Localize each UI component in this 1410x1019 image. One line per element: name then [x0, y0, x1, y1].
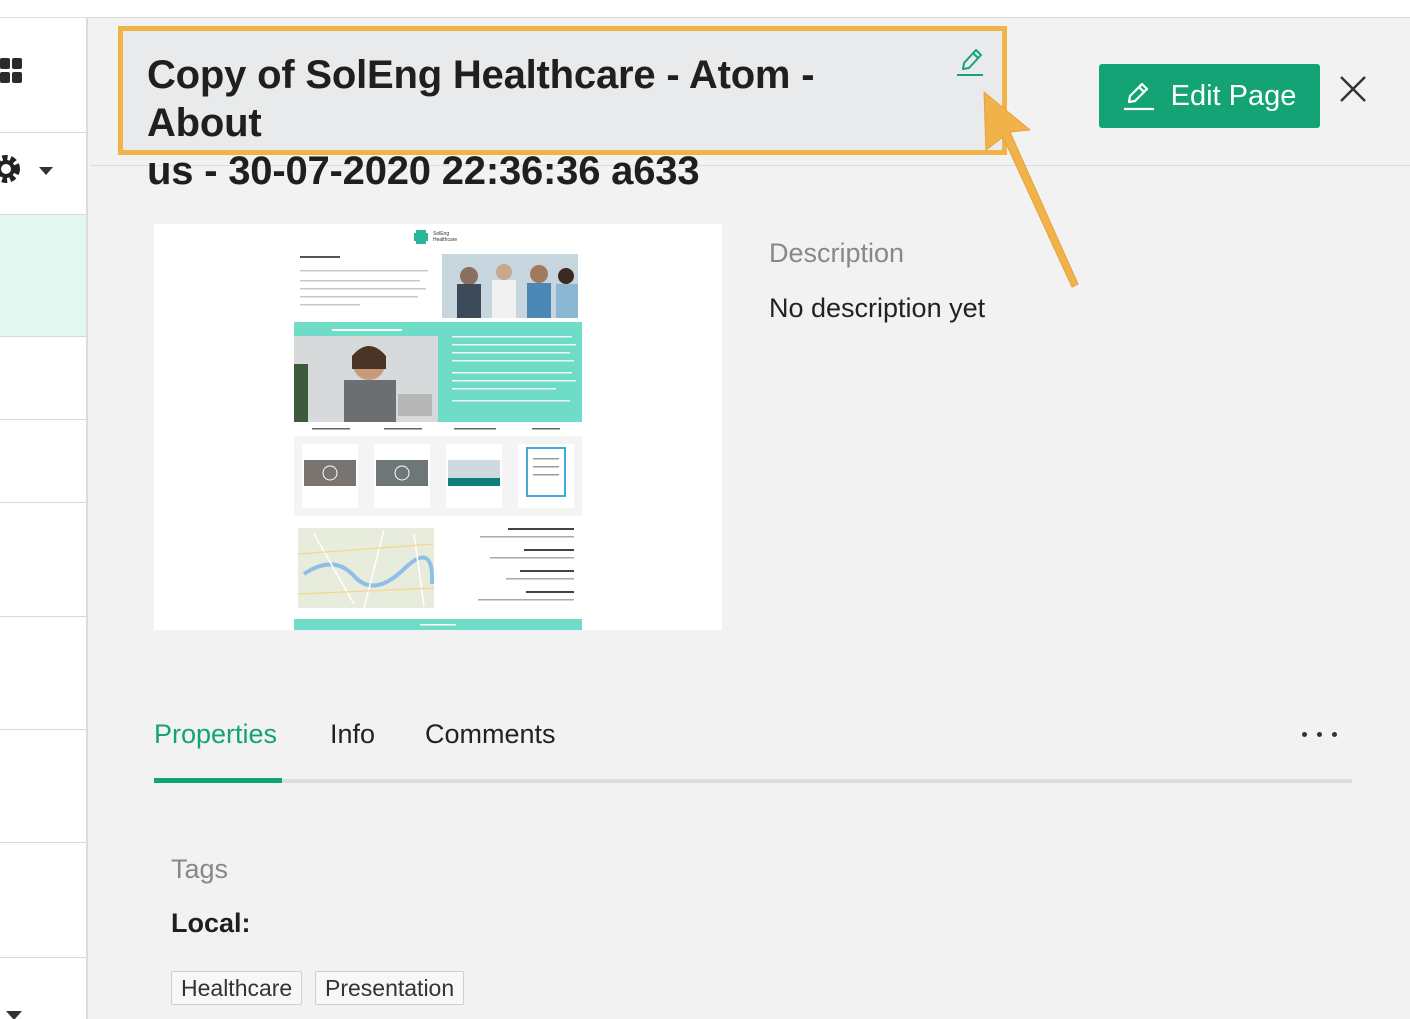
- tab-properties[interactable]: Properties: [154, 712, 277, 782]
- sidebar-item[interactable]: [0, 730, 86, 843]
- edit-page-label: Edit Page: [1170, 79, 1297, 112]
- sidebar-item[interactable]: [0, 617, 86, 730]
- tab-info[interactable]: Info: [330, 712, 375, 782]
- scroll-down-icon[interactable]: [6, 1011, 22, 1019]
- page-title[interactable]: Copy of SolEng Healthcare - Atom - About…: [147, 51, 937, 195]
- tag-chip[interactable]: Healthcare: [171, 971, 303, 1005]
- page-title-line-1: Copy of SolEng Healthcare - Atom - About: [147, 53, 815, 145]
- sidebar-item[interactable]: [0, 420, 86, 503]
- sidebar-divider: [0, 132, 88, 133]
- page-header: Copy of SolEng Healthcare - Atom - About…: [90, 18, 1410, 193]
- left-sidebar: [0, 18, 88, 1019]
- more-options-icon[interactable]: [1300, 722, 1340, 748]
- close-icon[interactable]: [1337, 73, 1369, 105]
- apps-grid-icon[interactable]: [0, 54, 24, 110]
- pencil-icon: [1123, 82, 1154, 111]
- sidebar-item[interactable]: [0, 503, 86, 617]
- page-preview-thumbnail[interactable]: SolEng Healthcare: [154, 224, 722, 630]
- detail-tabs: Properties Info Comments: [154, 712, 1352, 784]
- sidebar-item-active[interactable]: [0, 215, 86, 337]
- tag-chip[interactable]: Presentation: [315, 971, 465, 1005]
- window-top-strip: [0, 0, 1410, 18]
- description-label: Description: [769, 238, 905, 268]
- sidebar-item[interactable]: [0, 843, 86, 958]
- gear-icon[interactable]: [0, 151, 24, 187]
- preview-document: SolEng Healthcare: [294, 230, 582, 630]
- svg-text:Healthcare: Healthcare: [433, 237, 457, 243]
- pencil-icon[interactable]: [955, 45, 985, 79]
- tags-label: Tags: [171, 854, 229, 884]
- tab-track: [154, 779, 1352, 783]
- page-title-highlight: Copy of SolEng Healthcare - Atom - About…: [118, 26, 1007, 193]
- chevron-down-icon[interactable]: [39, 167, 53, 175]
- tab-comments[interactable]: Comments: [425, 712, 556, 782]
- page-title-line-2: us - 30-07-2020 22:36:36 a633: [147, 149, 700, 193]
- local-tags-label: Local:: [171, 908, 251, 938]
- active-tab-indicator: [154, 778, 282, 783]
- sidebar-item[interactable]: [0, 337, 86, 420]
- description-value: No description yet: [769, 293, 986, 323]
- edit-page-button[interactable]: Edit Page: [1099, 64, 1320, 128]
